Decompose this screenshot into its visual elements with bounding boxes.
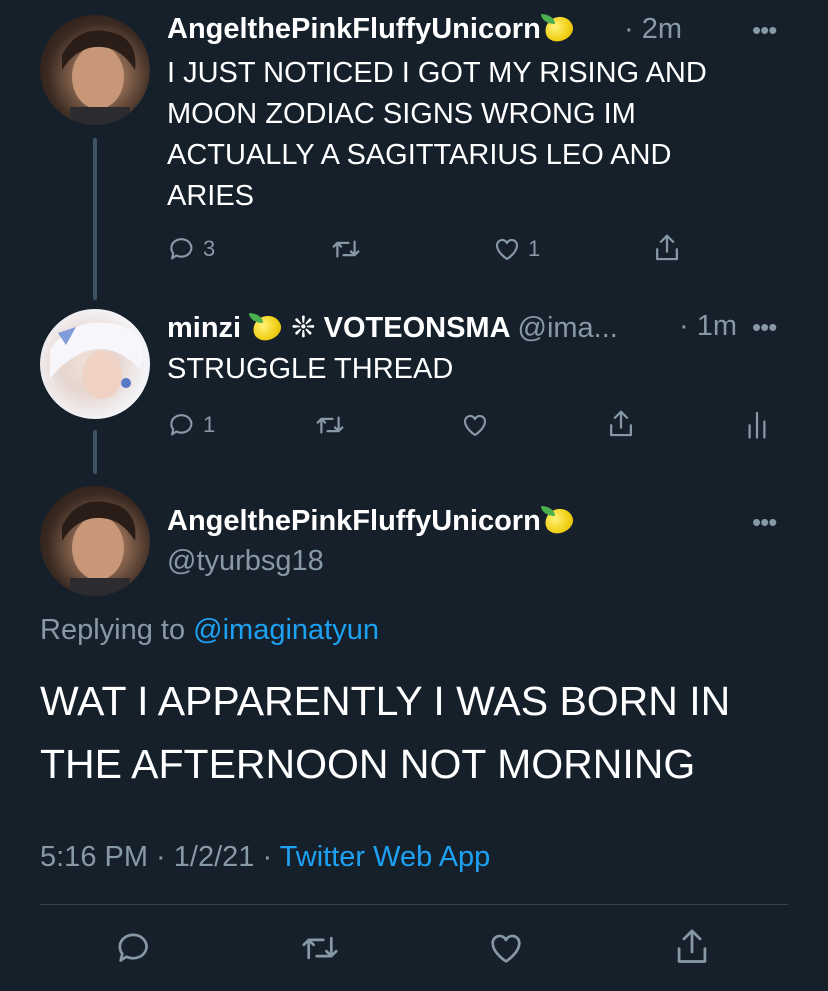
display-name[interactable]: AngelthePinkFluffyUnicorn: [167, 505, 541, 537]
reply-button[interactable]: 3: [167, 234, 215, 264]
tweet-datetime[interactable]: 5:16 PM · 1/2/21 ·: [40, 841, 272, 873]
display-name[interactable]: AngelthePinkFluffyUnicorn: [167, 13, 541, 45]
reply-button[interactable]: [114, 928, 154, 968]
share-button[interactable]: [606, 408, 636, 440]
share-button[interactable]: [672, 926, 712, 968]
divider: [40, 904, 788, 905]
reply-count: 1: [203, 412, 216, 437]
retweet-icon: [332, 240, 360, 258]
more-icon[interactable]: •••: [752, 314, 777, 340]
tweet-text-line: THE AFTERNOON NOT MORNING: [40, 741, 696, 787]
more-icon[interactable]: •••: [752, 509, 777, 535]
replying-prefix: Replying to: [40, 614, 186, 646]
thread-line: [93, 138, 97, 300]
tweet-text-line: ACTUALLY A SAGITTARIUS LEO AND: [167, 139, 672, 171]
timestamp[interactable]: · 1m: [679, 310, 737, 343]
analytics-button[interactable]: [744, 408, 770, 440]
retweet-button[interactable]: [330, 234, 362, 264]
tweet-text-line: WAT I APPARENTLY I WAS BORN IN: [40, 678, 731, 724]
reply-icon: [170, 414, 193, 436]
tweet-source-link[interactable]: Twitter Web App: [280, 841, 491, 873]
reply-icon: [170, 238, 193, 260]
like-count: 1: [528, 236, 541, 261]
share-icon: [610, 410, 632, 437]
avatar-image: [62, 501, 136, 596]
avatar-image: [50, 322, 144, 399]
retweet-button[interactable]: [314, 410, 346, 440]
lemon-emoji: [249, 311, 285, 345]
analytics-icon: [748, 411, 766, 439]
timestamp[interactable]: · 2m: [624, 13, 682, 46]
like-icon: [463, 414, 487, 437]
reply-button[interactable]: 1: [167, 410, 215, 440]
tweet-text-line: ARIES: [167, 180, 255, 212]
retweet-icon: [302, 936, 338, 960]
replying-to: Replying to @imaginatyun: [40, 614, 379, 647]
avatar[interactable]: [40, 486, 150, 596]
retweet-icon: [316, 416, 344, 434]
like-icon: [495, 238, 519, 261]
display-name[interactable]: minzi: [167, 312, 241, 344]
like-button[interactable]: [460, 410, 490, 440]
tweet-meta: 5:16 PM · 1/2/21 · Twitter Web App: [40, 841, 490, 874]
replying-handle-link[interactable]: @imaginatyun: [193, 614, 379, 646]
avatar[interactable]: [40, 15, 150, 125]
thread-line: [93, 430, 97, 474]
tweet-text-line: MOON ZODIAC SIGNS WRONG IM: [167, 98, 636, 130]
lemon-emoji: [540, 504, 577, 538]
like-button[interactable]: [486, 928, 526, 968]
like-icon: [491, 934, 521, 963]
retweet-button[interactable]: [299, 928, 341, 968]
display-name-suffix[interactable]: ❊ VOTEONSMA: [291, 312, 509, 344]
tweet-text: STRUGGLE THREAD: [167, 353, 454, 385]
handle[interactable]: @tyurbsg18: [167, 545, 324, 578]
share-icon: [656, 234, 678, 261]
avatar-image: [62, 30, 136, 125]
share-button[interactable]: [652, 232, 682, 264]
tweet-text-line: I JUST NOTICED I GOT MY RISING AND: [167, 57, 707, 89]
like-button[interactable]: 1: [492, 234, 540, 264]
reply-icon: [118, 933, 148, 962]
reply-count: 3: [203, 236, 216, 261]
share-icon: [677, 929, 707, 963]
lemon-emoji: [540, 12, 577, 46]
more-icon[interactable]: •••: [752, 17, 777, 43]
handle[interactable]: @ima...: [518, 312, 618, 344]
avatar[interactable]: [40, 309, 150, 419]
